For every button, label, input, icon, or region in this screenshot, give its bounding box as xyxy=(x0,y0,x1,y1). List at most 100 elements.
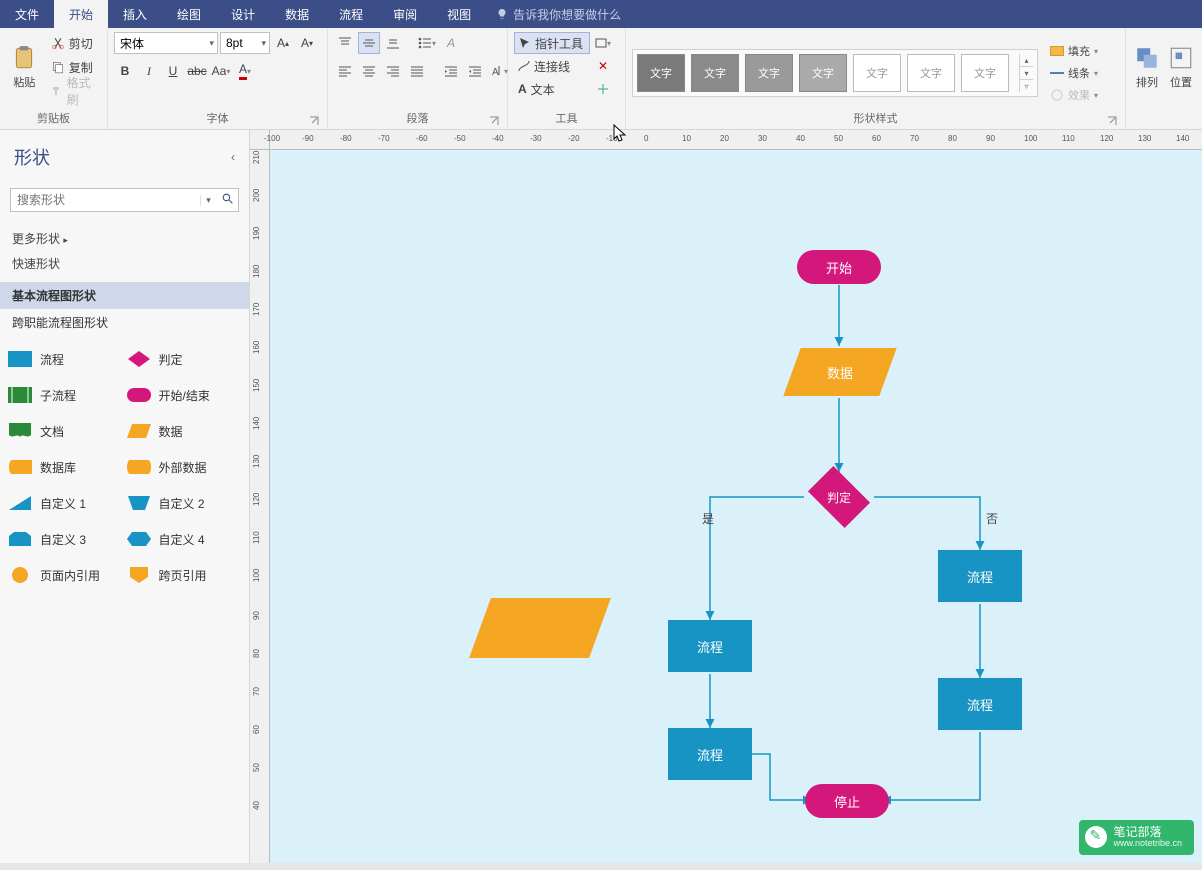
shape-subprocess[interactable]: 子流程 xyxy=(8,386,123,404)
connector-tool-button[interactable]: 连接线 xyxy=(514,55,590,77)
tab-insert[interactable]: 插入 xyxy=(108,0,162,28)
align-right-button[interactable] xyxy=(382,60,404,82)
shape-offpage[interactable]: 跨页引用 xyxy=(127,566,242,584)
tell-me[interactable]: 告诉我你想要做什么 xyxy=(486,0,631,28)
format-painter-button[interactable]: 格式刷 xyxy=(47,80,101,102)
text-tool-button[interactable]: A文本 xyxy=(514,78,590,100)
align-bottom-button[interactable] xyxy=(382,32,404,54)
shape-search-input[interactable] xyxy=(11,193,200,207)
line-button[interactable]: 线条 xyxy=(1046,63,1102,83)
styles-launcher-icon[interactable] xyxy=(1107,116,1117,126)
flow-data-node[interactable]: 数据 xyxy=(792,348,888,396)
bullets-button[interactable] xyxy=(416,32,438,54)
search-button[interactable] xyxy=(216,192,238,208)
tab-home[interactable]: 开始 xyxy=(54,0,108,28)
drawing-canvas[interactable]: 开始 数据 判定 是 否 流程 流程 流程 流程 停止 笔记部落 www.not… xyxy=(270,150,1202,863)
justify-button[interactable] xyxy=(406,60,428,82)
gallery-up-button[interactable]: ▴ xyxy=(1020,54,1033,67)
flow-loose-data-node[interactable] xyxy=(480,598,600,658)
more-shapes-link[interactable]: 更多形状 ▸ xyxy=(12,226,237,251)
style-swatch-6[interactable]: 文字 xyxy=(907,54,955,92)
strike-button[interactable]: abc xyxy=(186,60,208,82)
font-size-select[interactable]: 8pt xyxy=(220,32,270,54)
font-launcher-icon[interactable] xyxy=(309,116,319,126)
style-swatch-1[interactable]: 文字 xyxy=(637,54,685,92)
menu-tabs: 文件 开始 插入 绘图 设计 数据 流程 审阅 视图 告诉我你想要做什么 xyxy=(0,0,1202,28)
delete-connector-button[interactable]: ✕ xyxy=(592,55,614,77)
style-swatch-2[interactable]: 文字 xyxy=(691,54,739,92)
paste-button[interactable]: 粘贴 xyxy=(6,32,43,102)
vertical-ruler[interactable]: 2102001901801701601501401301201101009080… xyxy=(250,150,270,863)
group-font: 宋体 8pt A▴ A▾ B I U abc Aa A 字体 xyxy=(108,28,328,129)
tab-review[interactable]: 审阅 xyxy=(378,0,432,28)
tab-view[interactable]: 视图 xyxy=(432,0,486,28)
flow-process-left2-node[interactable]: 流程 xyxy=(668,728,752,780)
arrange-button[interactable]: 排列 xyxy=(1132,32,1162,102)
rotate-text-icon: A xyxy=(490,64,504,78)
tab-design[interactable]: 设计 xyxy=(216,0,270,28)
custom1-shape-icon xyxy=(8,494,32,512)
shape-extdata[interactable]: 外部数据 xyxy=(127,458,242,476)
cut-button[interactable]: 剪切 xyxy=(47,32,101,54)
font-color-button[interactable]: A xyxy=(234,60,256,82)
bold-button[interactable]: B xyxy=(114,60,136,82)
paragraph-launcher-icon[interactable] xyxy=(489,116,499,126)
style-swatch-3[interactable]: 文字 xyxy=(745,54,793,92)
style-swatch-5[interactable]: 文字 xyxy=(853,54,901,92)
connection-point-button[interactable] xyxy=(592,78,614,100)
clear-format-button[interactable]: A xyxy=(440,32,462,54)
flow-process-left1-node[interactable]: 流程 xyxy=(668,620,752,672)
gallery-more-button[interactable]: ▿ xyxy=(1020,80,1033,92)
flow-decision-node[interactable]: 判定 xyxy=(803,472,875,522)
shape-custom2[interactable]: 自定义 2 xyxy=(127,494,242,512)
style-swatch-7[interactable]: 文字 xyxy=(961,54,1009,92)
underline-button[interactable]: U xyxy=(162,60,184,82)
tab-data[interactable]: 数据 xyxy=(270,0,324,28)
shape-custom3[interactable]: 自定义 3 xyxy=(8,530,123,548)
gallery-down-button[interactable]: ▾ xyxy=(1020,67,1033,80)
shape-data[interactable]: 数据 xyxy=(127,422,242,440)
format-painter-icon xyxy=(51,84,63,98)
shape-database[interactable]: 数据库 xyxy=(8,458,123,476)
decrease-font-button[interactable]: A▾ xyxy=(296,32,318,54)
shape-custom4[interactable]: 自定义 4 xyxy=(127,530,242,548)
align-top-button[interactable] xyxy=(334,32,356,54)
rectangle-tool-button[interactable] xyxy=(592,32,614,54)
shape-startend[interactable]: 开始/结束 xyxy=(127,386,242,404)
rotate-text-button[interactable]: A xyxy=(488,60,510,82)
shape-custom1[interactable]: 自定义 1 xyxy=(8,494,123,512)
change-case-button[interactable]: Aa xyxy=(210,60,232,82)
flow-process-right1-node[interactable]: 流程 xyxy=(938,550,1022,602)
category-cross-functional[interactable]: 跨职能流程图形状 xyxy=(0,309,249,336)
pointer-icon xyxy=(519,37,531,49)
shape-decision[interactable]: 判定 xyxy=(127,350,242,368)
flow-stop-node[interactable]: 停止 xyxy=(805,784,889,818)
shape-document[interactable]: 文档 xyxy=(8,422,123,440)
fill-button[interactable]: 填充 xyxy=(1046,41,1102,61)
category-basic-flowchart[interactable]: 基本流程图形状 xyxy=(0,282,249,309)
effects-button[interactable]: 效果 xyxy=(1046,85,1102,105)
italic-button[interactable]: I xyxy=(138,60,160,82)
font-family-select[interactable]: 宋体 xyxy=(114,32,218,54)
tab-process[interactable]: 流程 xyxy=(324,0,378,28)
increase-font-button[interactable]: A▴ xyxy=(272,32,294,54)
align-middle-button[interactable] xyxy=(358,32,380,54)
shape-onpage[interactable]: 页面内引用 xyxy=(8,566,123,584)
style-swatch-4[interactable]: 文字 xyxy=(799,54,847,92)
collapse-panel-button[interactable]: ‹ xyxy=(231,150,235,164)
search-dropdown-button[interactable]: ▾ xyxy=(200,195,216,206)
flow-process-right2-node[interactable]: 流程 xyxy=(938,678,1022,730)
align-left-button[interactable] xyxy=(334,60,356,82)
tab-file[interactable]: 文件 xyxy=(0,0,54,28)
increase-indent-button[interactable] xyxy=(464,60,486,82)
align-center-button[interactable] xyxy=(358,60,380,82)
decrease-indent-button[interactable] xyxy=(440,60,462,82)
style-gallery[interactable]: 文字 文字 文字 文字 文字 文字 文字 ▴ ▾ ▿ xyxy=(632,49,1038,97)
quick-shapes-link[interactable]: 快速形状 xyxy=(12,251,237,276)
shape-process[interactable]: 流程 xyxy=(8,350,123,368)
position-button[interactable]: 位置 xyxy=(1166,32,1196,102)
horizontal-ruler[interactable]: -100-90-80-70-60-50-40-30-20-10010203040… xyxy=(270,130,1202,150)
flow-start-node[interactable]: 开始 xyxy=(797,250,881,284)
pointer-tool-button[interactable]: 指针工具 xyxy=(514,32,590,54)
tab-draw[interactable]: 绘图 xyxy=(162,0,216,28)
